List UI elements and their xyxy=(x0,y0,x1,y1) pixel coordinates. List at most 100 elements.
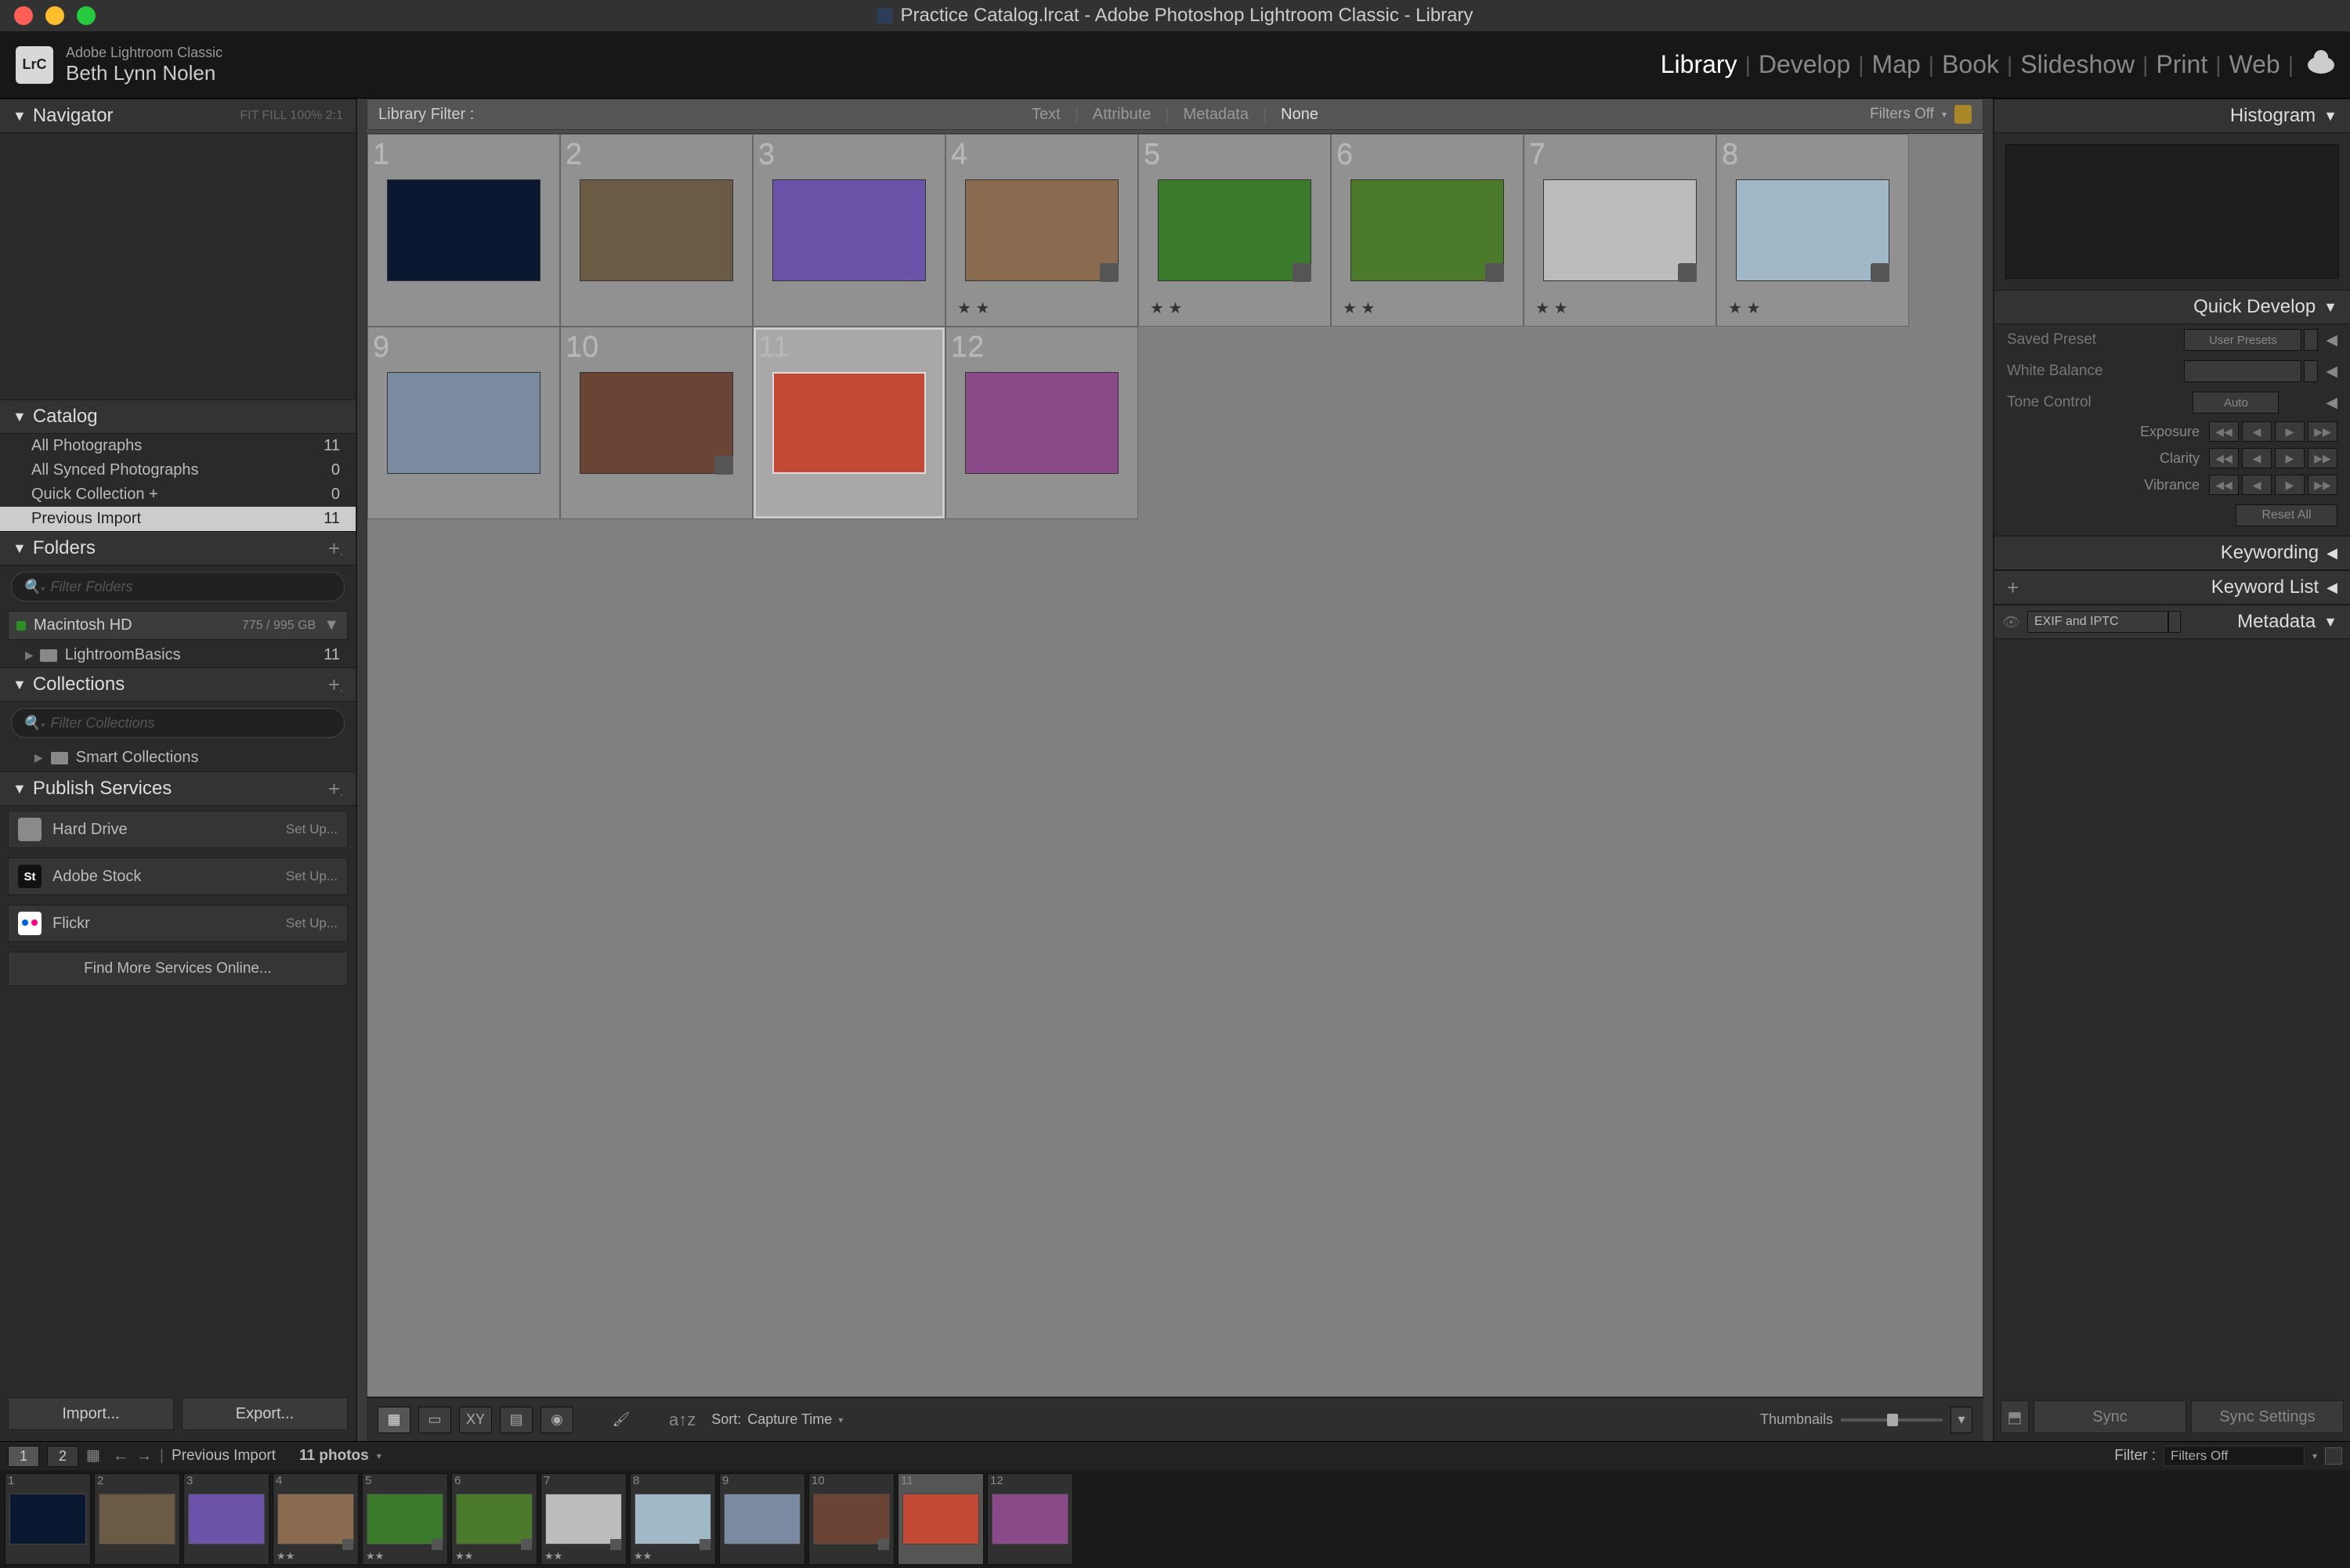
people-view-button[interactable]: ◉ xyxy=(540,1407,573,1433)
increase-button[interactable]: ▶ xyxy=(2275,475,2305,495)
loupe-view-button[interactable]: ▭ xyxy=(418,1407,451,1433)
collections-header[interactable]: ▼ Collections +. xyxy=(0,667,356,702)
filmstrip-thumbnail[interactable] xyxy=(188,1494,265,1545)
metadata-badge-icon[interactable] xyxy=(714,456,733,475)
import-button[interactable]: Import... xyxy=(8,1397,174,1430)
publish-adobe-stock[interactable]: St Adobe Stock Set Up... xyxy=(8,858,348,895)
publish-flickr[interactable]: Flickr Set Up... xyxy=(8,905,348,942)
sync-settings-button[interactable]: Sync Settings xyxy=(2191,1400,2344,1433)
dropdown-arrow-icon[interactable] xyxy=(2304,329,2318,351)
filter-tab-metadata[interactable]: Metadata xyxy=(1184,106,1249,124)
grid-cell[interactable]: 5★ ★ xyxy=(1138,134,1331,327)
thumbnail-image[interactable] xyxy=(580,372,733,474)
thumbnail-image[interactable] xyxy=(965,179,1119,281)
collection-search-input[interactable]: 🔍▾ Filter Collections xyxy=(11,708,345,738)
collapse-arrow-icon[interactable]: ◀ xyxy=(2326,363,2337,381)
rating-stars[interactable]: ★ ★ xyxy=(957,298,989,318)
quick-develop-header[interactable]: Quick Develop ▼ xyxy=(1994,290,2350,324)
navigator-preview[interactable] xyxy=(0,133,356,399)
decrease-button[interactable]: ◀ xyxy=(2242,475,2272,495)
decrease-large-button[interactable]: ◀◀ xyxy=(2209,448,2239,468)
publish-hard-drive[interactable]: Hard Drive Set Up... xyxy=(8,811,348,848)
compare-view-button[interactable]: XY xyxy=(459,1407,492,1433)
grid-cell[interactable]: 2 xyxy=(560,134,753,327)
painter-tool-icon[interactable]: 🖌 xyxy=(605,1407,638,1433)
thumbnail-image[interactable] xyxy=(1736,179,1889,281)
catalog-item-quick-collection[interactable]: Quick Collection +0 xyxy=(0,482,356,507)
add-folder-button[interactable]: +. xyxy=(328,537,343,561)
filmstrip-thumbnail[interactable] xyxy=(545,1494,622,1545)
filmstrip-filter-dropdown[interactable]: Filters Off xyxy=(2164,1446,2305,1466)
filter-lock-icon[interactable] xyxy=(2325,1447,2342,1465)
increase-button[interactable]: ▶ xyxy=(2275,421,2305,442)
toolbar-menu-button[interactable]: ▾ xyxy=(1950,1407,1972,1433)
grid-cell[interactable]: 6★ ★ xyxy=(1331,134,1524,327)
filmstrip-thumbnail[interactable] xyxy=(456,1494,533,1545)
metadata-badge-icon[interactable] xyxy=(1871,263,1889,282)
decrease-button[interactable]: ◀ xyxy=(2242,448,2272,468)
decrease-large-button[interactable]: ◀◀ xyxy=(2209,475,2239,495)
filter-tab-none[interactable]: None xyxy=(1281,106,1318,124)
filmstrip-cell[interactable]: 6★★ xyxy=(451,1473,537,1565)
filmstrip-thumbnail[interactable] xyxy=(634,1494,711,1545)
metadata-badge-icon[interactable] xyxy=(432,1539,443,1550)
increase-large-button[interactable]: ▶▶ xyxy=(2308,475,2337,495)
thumbnail-image[interactable] xyxy=(772,179,926,281)
minimize-window-button[interactable] xyxy=(45,6,64,25)
decrease-button[interactable]: ◀ xyxy=(2242,421,2272,442)
module-book[interactable]: Book xyxy=(1942,50,1999,79)
publish-setup[interactable]: Set Up... xyxy=(286,916,338,931)
filter-lock-icon[interactable] xyxy=(1954,105,1972,124)
metadata-preset-dropdown[interactable]: EXIF and IPTC xyxy=(2027,611,2168,633)
add-collection-button[interactable]: +. xyxy=(328,673,343,697)
eye-icon[interactable]: 👁 xyxy=(2002,614,2019,630)
module-library[interactable]: Library xyxy=(1661,50,1737,79)
rating-stars[interactable]: ★★ xyxy=(455,1550,473,1563)
metadata-badge-icon[interactable] xyxy=(878,1539,889,1550)
module-web[interactable]: Web xyxy=(2229,50,2280,79)
thumbnail-image[interactable] xyxy=(387,372,540,474)
grid-cell[interactable]: 8★ ★ xyxy=(1716,134,1909,327)
identity-plate[interactable]: LrC Adobe Lightroom Classic Beth Lynn No… xyxy=(16,45,222,85)
metadata-badge-icon[interactable] xyxy=(1485,263,1504,282)
grid-view[interactable]: 1234★ ★5★ ★6★ ★7★ ★8★ ★9101112 xyxy=(367,133,1983,1397)
filmstrip-cell[interactable]: 9 xyxy=(719,1473,805,1565)
filmstrip-thumbnail[interactable] xyxy=(277,1494,354,1545)
reset-all-button[interactable]: Reset All xyxy=(2236,504,2337,526)
filmstrip-cell[interactable]: 1 xyxy=(5,1473,91,1565)
grid-cell[interactable]: 4★ ★ xyxy=(945,134,1138,327)
filmstrip-cell[interactable]: 8★★ xyxy=(630,1473,716,1565)
metadata-badge-icon[interactable] xyxy=(1292,263,1311,282)
export-button[interactable]: Export... xyxy=(182,1397,348,1430)
histogram-chart[interactable] xyxy=(2005,144,2339,279)
sort-direction-icon[interactable]: a↑z xyxy=(669,1410,696,1430)
filmstrip-thumbnail[interactable] xyxy=(813,1494,890,1545)
module-slideshow[interactable]: Slideshow xyxy=(2020,50,2135,79)
cloud-sync-icon[interactable] xyxy=(2308,56,2334,74)
right-panel-collapse[interactable] xyxy=(1983,99,1993,1441)
collection-row[interactable]: ▶ Smart Collections xyxy=(0,744,356,771)
dropdown-arrow-icon[interactable] xyxy=(2304,360,2318,382)
module-develop[interactable]: Develop xyxy=(1759,50,1850,79)
increase-button[interactable]: ▶ xyxy=(2275,448,2305,468)
grid-cell[interactable]: 12 xyxy=(945,327,1138,519)
maximize-window-button[interactable] xyxy=(77,6,96,25)
metadata-badge-icon[interactable] xyxy=(521,1539,532,1550)
filmstrip-cell[interactable]: 5★★ xyxy=(362,1473,448,1565)
filter-tab-text[interactable]: Text xyxy=(1032,106,1061,124)
rating-stars[interactable]: ★★ xyxy=(366,1550,384,1563)
thumbnail-image[interactable] xyxy=(580,179,733,281)
filmstrip-thumbnail[interactable] xyxy=(902,1494,979,1545)
screen-1-button[interactable]: 1 xyxy=(8,1446,39,1467)
thumbnail-image[interactable] xyxy=(1158,179,1311,281)
metadata-badge-icon[interactable] xyxy=(1100,263,1119,282)
add-publish-button[interactable]: +. xyxy=(328,777,343,801)
sync-toggle-button[interactable]: ⬒ xyxy=(2001,1400,2029,1433)
survey-view-button[interactable]: ▤ xyxy=(500,1407,533,1433)
filmstrip-thumbnail[interactable] xyxy=(99,1494,175,1545)
grid-cell[interactable]: 7★ ★ xyxy=(1524,134,1716,327)
increase-large-button[interactable]: ▶▶ xyxy=(2308,421,2337,442)
thumbnail-image[interactable] xyxy=(1543,179,1697,281)
catalog-item-previous-import[interactable]: Previous Import11 xyxy=(0,507,356,531)
publish-setup[interactable]: Set Up... xyxy=(286,822,338,837)
